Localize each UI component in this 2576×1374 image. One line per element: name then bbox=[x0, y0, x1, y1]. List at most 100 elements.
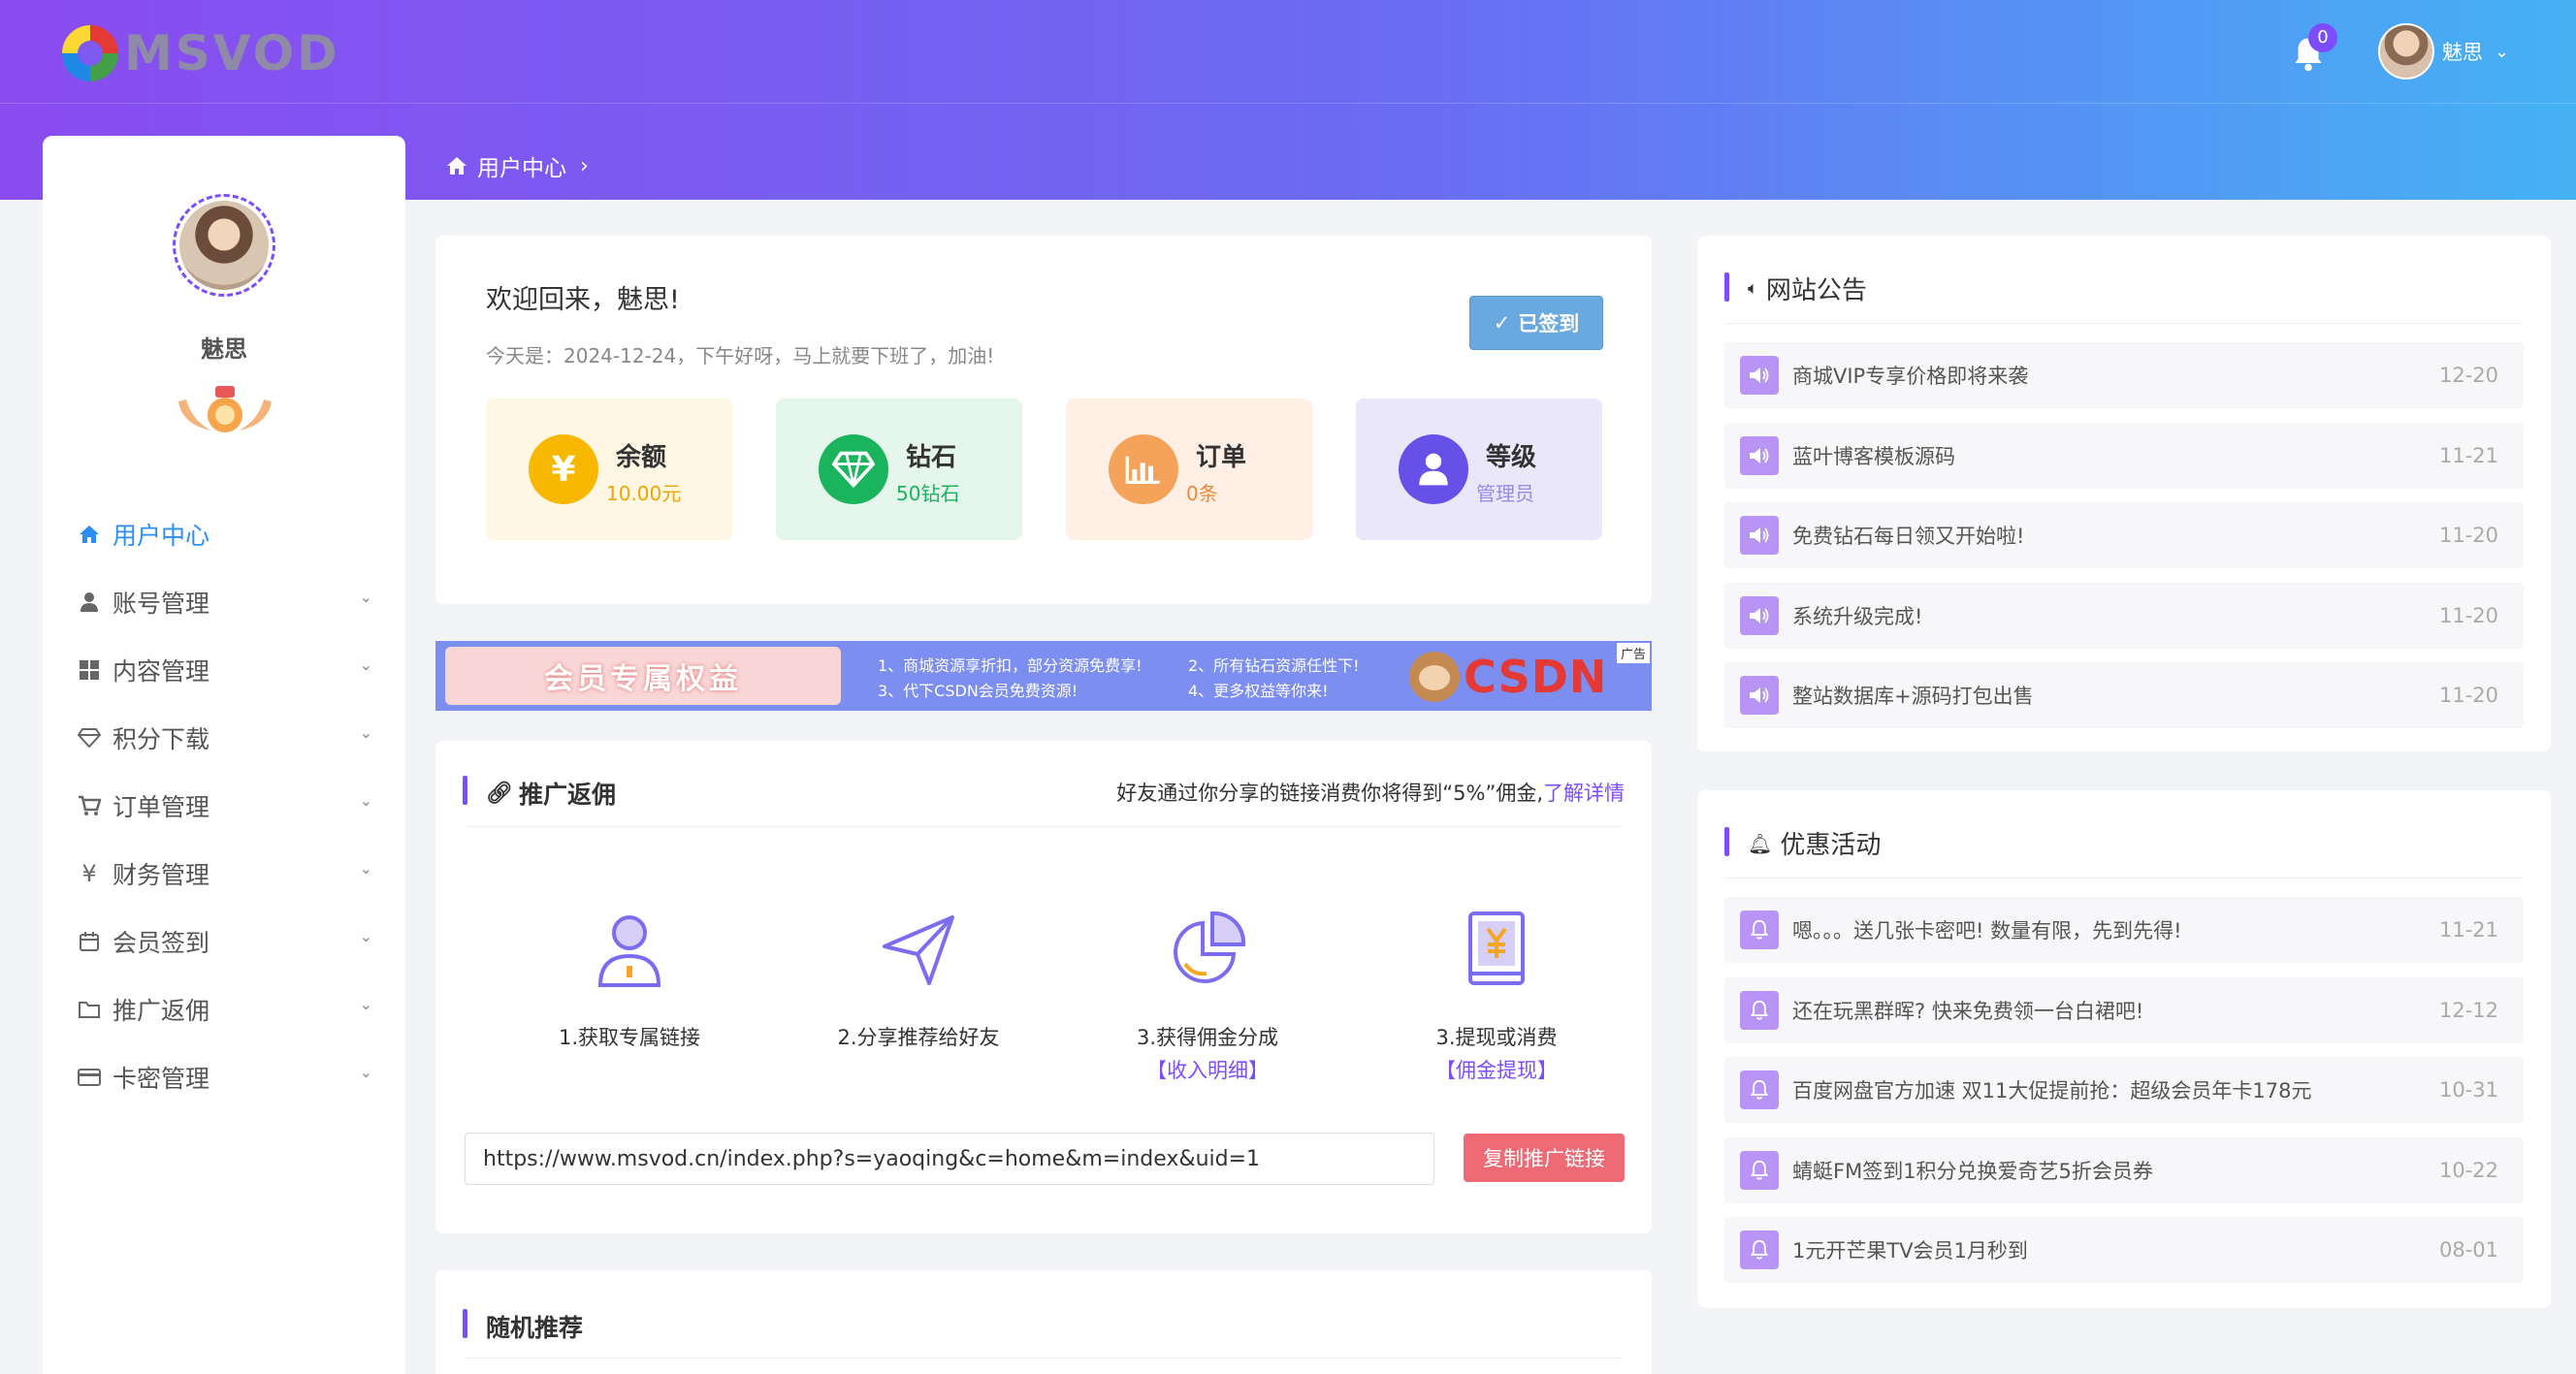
stat-level[interactable]: 等级 管理员 bbox=[1356, 399, 1602, 540]
copy-link-button[interactable]: 复制推广链接 bbox=[1464, 1134, 1625, 1182]
divider bbox=[1726, 323, 2522, 324]
user-menu[interactable]: 魅思 ⌄ bbox=[2378, 23, 2509, 80]
welcome-card: 欢迎回来，魅思! 今天是：2024-12-24，下午好呀，马上就要下班了，加油!… bbox=[435, 236, 1652, 604]
wallet-yen-icon bbox=[1468, 911, 1525, 985]
section-accent bbox=[463, 776, 467, 805]
step-withdraw[interactable]: 3.提现或消费 【佣金提现】 bbox=[1380, 906, 1613, 1084]
speaker-icon bbox=[1740, 356, 1779, 395]
header-divider bbox=[0, 103, 2576, 104]
pie-chart-icon bbox=[1174, 911, 1246, 983]
sidebar-item-content[interactable]: 内容管理 ⌄ bbox=[43, 636, 405, 704]
sidebar-menu: 用户中心 账号管理 ⌄ 内容管理 ⌄ 积分下载 ⌄ 订单管理 ⌄ ¥ 财务管理 … bbox=[43, 500, 405, 1111]
divider bbox=[1726, 878, 2522, 879]
sidebar-item-card-keys[interactable]: 卡密管理 ⌄ bbox=[43, 1043, 405, 1111]
check-icon: ✓ bbox=[1493, 311, 1511, 335]
income-details-link[interactable]: 【收入明细】 bbox=[1091, 1055, 1324, 1084]
sidebar-item-referral[interactable]: 推广返佣 ⌄ bbox=[43, 975, 405, 1043]
section-accent bbox=[1724, 827, 1729, 856]
home-icon bbox=[447, 157, 467, 175]
bell-icon bbox=[1740, 990, 1779, 1030]
step-share: 2.分享推荐给好友 bbox=[802, 906, 1035, 1051]
section-accent bbox=[1724, 272, 1729, 302]
chevron-down-icon: ⌄ bbox=[359, 995, 372, 1013]
stat-diamond[interactable]: 钻石 50钻石 bbox=[776, 399, 1022, 540]
notification-badge: 0 bbox=[2308, 23, 2337, 52]
section-title: 🔗︎ 推广返佣 bbox=[486, 781, 616, 809]
random-recommend-card: 随机推荐 bbox=[435, 1270, 1652, 1374]
chevron-down-icon: ⌄ bbox=[2495, 41, 2510, 62]
chevron-down-icon: ⌄ bbox=[359, 1063, 372, 1081]
home-icon bbox=[78, 523, 101, 546]
referral-url-input[interactable] bbox=[465, 1133, 1434, 1185]
panel-title: 🔈︎ 网站公告 bbox=[1748, 276, 1867, 305]
yen-icon: ¥ bbox=[81, 860, 97, 887]
yen-icon: ¥ bbox=[529, 434, 598, 504]
withdraw-link[interactable]: 【佣金提现】 bbox=[1380, 1055, 1613, 1084]
sidebar-item-label: 推广返佣 bbox=[113, 997, 210, 1025]
list-item[interactable]: 系统升级完成! 11-20 bbox=[1724, 582, 2524, 649]
folder-icon bbox=[78, 998, 101, 1021]
logo-text: MSVOD bbox=[124, 25, 340, 81]
ad-line: 3、代下CSDN会员免费资源! bbox=[878, 682, 1079, 700]
list-item[interactable]: 蜻蜓FM签到1积分兑换爱奇艺5折会员券 10-22 bbox=[1724, 1136, 2524, 1203]
chevron-down-icon: ⌄ bbox=[359, 791, 372, 810]
ad-line: 2、所有钻石资源任性下! bbox=[1188, 656, 1360, 675]
user-icon bbox=[1399, 434, 1468, 504]
sidebar-item-checkin[interactable]: 会员签到 ⌄ bbox=[43, 908, 405, 975]
breadcrumb-current[interactable]: 用户中心 bbox=[477, 149, 566, 182]
referral-card: 🔗︎ 推广返佣 好友通过你分享的链接消费你将得到“5%”佣金,了解详情 1.获取… bbox=[435, 741, 1652, 1233]
stat-balance[interactable]: ¥ 余额 10.00元 bbox=[486, 399, 732, 540]
admin-badge-icon bbox=[178, 386, 272, 432]
learn-more-link[interactable]: 了解详情 bbox=[1543, 782, 1625, 805]
ad-tag: 广告 bbox=[1616, 643, 1650, 663]
bell-icon bbox=[1740, 1230, 1779, 1269]
list-item[interactable]: 1元开芒果TV会员1月秒到 08-01 bbox=[1724, 1217, 2524, 1283]
sidebar-item-user-center[interactable]: 用户中心 bbox=[43, 500, 405, 568]
promotion-list: 嗯。。。送几张卡密吧! 数量有限，先到先得! 11-21 还在玩黑群晖? 快来免… bbox=[1724, 897, 2524, 1297]
sidebar-item-orders[interactable]: 订单管理 ⌄ bbox=[43, 772, 405, 840]
sidebar-item-points-download[interactable]: 积分下载 ⌄ bbox=[43, 704, 405, 772]
stat-orders[interactable]: 订单 0条 bbox=[1066, 399, 1312, 540]
diamond-icon bbox=[78, 726, 101, 750]
bell-icon bbox=[1740, 1070, 1779, 1109]
speaker-icon bbox=[1740, 435, 1779, 475]
breadcrumb: 用户中心 › bbox=[446, 149, 589, 182]
list-item[interactable]: 蓝叶博客模板源码 11-21 bbox=[1724, 422, 2524, 489]
chart-icon bbox=[1109, 434, 1178, 504]
step-get-link: 1.获取专属链接 bbox=[513, 906, 746, 1051]
profile-avatar[interactable] bbox=[173, 194, 275, 297]
list-item[interactable]: 还在玩黑群晖? 快来免费领一台白裙吧! 12-12 bbox=[1724, 976, 2524, 1043]
site-logo[interactable]: MSVOD bbox=[62, 25, 340, 81]
sidebar-item-label: 会员签到 bbox=[113, 929, 210, 957]
ad-title: 会员专属权益 bbox=[445, 647, 841, 705]
diamond-icon bbox=[819, 434, 888, 504]
bell-icon bbox=[1740, 1150, 1779, 1190]
step-earn[interactable]: 3.获得佣金分成 【收入明细】 bbox=[1091, 906, 1324, 1084]
list-item[interactable]: 整站数据库+源码打包出售 11-20 bbox=[1724, 662, 2524, 728]
card-icon bbox=[78, 1066, 101, 1089]
promotions-panel: 🔔︎ 优惠活动 嗯。。。送几张卡密吧! 数量有限，先到先得! 11-21 还在玩… bbox=[1697, 790, 2551, 1308]
list-item[interactable]: 嗯。。。送几张卡密吧! 数量有限，先到先得! 11-21 bbox=[1724, 897, 2524, 963]
divider bbox=[465, 826, 1623, 827]
ad-banner[interactable]: 会员专属权益 1、商城资源享折扣，部分资源免费享! 2、所有钻石资源任性下! 3… bbox=[435, 641, 1652, 711]
notice-list: 商城VIP专享价格即将来袭 12-20 蓝叶博客模板源码 11-21 免费钻石每… bbox=[1724, 342, 2524, 743]
list-item[interactable]: 百度网盘官方加速 双11大促提前抢：超级会员年卡178元 10-31 bbox=[1724, 1057, 2524, 1123]
sidebar-item-label: 财务管理 bbox=[113, 861, 210, 889]
sidebar-item-finance[interactable]: ¥ 财务管理 ⌄ bbox=[43, 840, 405, 908]
grid-icon bbox=[78, 658, 101, 682]
speaker-icon bbox=[1740, 595, 1779, 635]
sidebar-item-label: 用户中心 bbox=[113, 522, 210, 550]
sidebar-item-account[interactable]: 账号管理 ⌄ bbox=[43, 568, 405, 636]
signed-in-button[interactable]: ✓ 已签到 bbox=[1469, 296, 1603, 350]
list-item[interactable]: 商城VIP专享价格即将来袭 12-20 bbox=[1724, 342, 2524, 408]
list-item[interactable]: 免费钻石每日领又开始啦! 11-20 bbox=[1724, 502, 2524, 568]
section-accent bbox=[463, 1309, 467, 1338]
user-profile-icon bbox=[597, 915, 661, 987]
link-icon: 🔗︎ bbox=[486, 781, 513, 806]
avatar bbox=[2378, 23, 2434, 80]
welcome-title: 欢迎回来，魅思! bbox=[486, 285, 680, 315]
sidebar-item-label: 内容管理 bbox=[113, 657, 210, 686]
profile-name: 魅思 bbox=[201, 336, 247, 363]
chevron-right-icon: › bbox=[580, 153, 589, 178]
chevron-down-icon: ⌄ bbox=[359, 588, 372, 606]
